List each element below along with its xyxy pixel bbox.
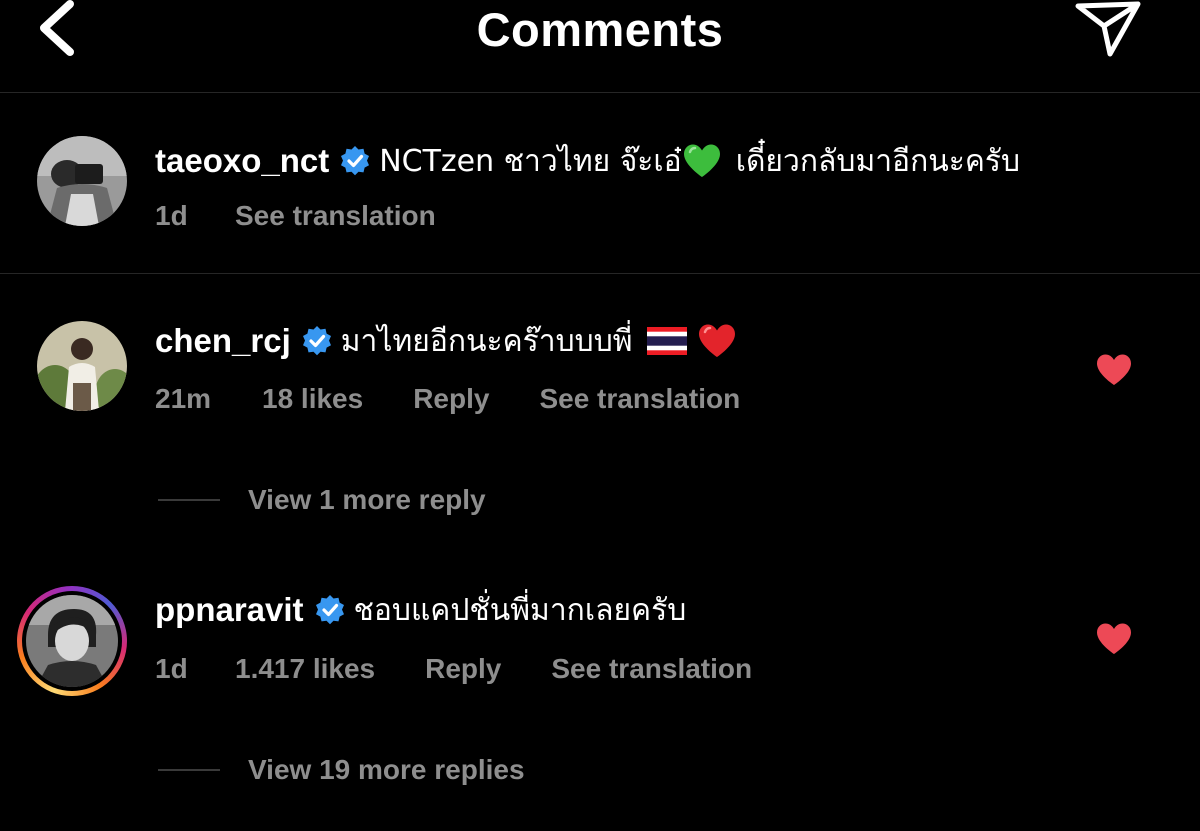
comment-text: มาไทยอีกนะคร๊าบบบพี่ xyxy=(340,323,633,359)
red-heart-icon xyxy=(698,324,735,357)
avatar-image xyxy=(26,595,118,687)
comment-text: ชอบแคปชั่นพี่มากเลยครับ xyxy=(353,592,687,628)
avatar xyxy=(26,595,118,687)
caption-meta: 1d See translation xyxy=(155,198,436,234)
view-replies-label: View 19 more replies xyxy=(248,754,525,785)
see-translation-button[interactable]: See translation xyxy=(551,653,752,685)
header-bar: Comments xyxy=(0,0,1200,93)
username[interactable]: taeoxo_nct xyxy=(155,142,329,180)
thailand-flag-icon xyxy=(646,327,687,355)
avatar-image xyxy=(37,136,127,226)
caption-text: NCTzen ชาวไทย จ๊ะเอ๋ xyxy=(379,143,682,179)
reply-button[interactable]: Reply xyxy=(413,383,489,415)
likes-count[interactable]: 1.417 likes xyxy=(235,653,375,685)
timestamp: 1d xyxy=(155,200,188,231)
see-translation-button[interactable]: See translation xyxy=(235,200,436,232)
share-button[interactable] xyxy=(1072,0,1144,60)
heart-filled-icon xyxy=(1097,623,1131,654)
avatar-image xyxy=(37,321,127,411)
likes-count[interactable]: 18 likes xyxy=(262,383,363,415)
comment-meta: 21m 18 likes Reply See translation xyxy=(155,381,740,417)
page-title: Comments xyxy=(476,3,724,56)
verified-badge-icon xyxy=(302,326,331,356)
verified-badge-icon xyxy=(315,595,344,625)
story-ring[interactable] xyxy=(17,586,127,696)
caption-text-continued: เดี๋ยวกลับมาอีกนะครับ xyxy=(735,143,1021,179)
verified-badge-icon xyxy=(341,146,370,176)
like-button[interactable] xyxy=(1094,352,1134,388)
heart-filled-icon xyxy=(1097,354,1131,385)
view-replies-label: View 1 more reply xyxy=(248,484,486,515)
reply-button[interactable]: Reply xyxy=(425,653,501,685)
username[interactable]: ppnaravit xyxy=(155,591,304,629)
comment-item: chen_rcj มาไทยอีกนะคร๊าบบบพี่ 21m 18 lik… xyxy=(0,290,1200,530)
avatar[interactable] xyxy=(37,136,127,226)
post-caption: taeoxo_nct NCTzen ชาวไทย จ๊ะเอ๋ เดี๋ยวกล… xyxy=(0,93,1200,274)
view-replies-button[interactable]: View 1 more reply xyxy=(158,482,486,518)
paper-plane-icon xyxy=(1075,1,1141,57)
comment-meta: 1d 1.417 likes Reply See translation xyxy=(155,651,752,687)
avatar[interactable] xyxy=(37,321,127,411)
replies-divider xyxy=(158,769,220,771)
timestamp: 21m xyxy=(155,383,212,414)
username[interactable]: chen_rcj xyxy=(155,322,291,360)
see-translation-button[interactable]: See translation xyxy=(539,383,740,415)
replies-divider xyxy=(158,499,220,501)
view-replies-button[interactable]: View 19 more replies xyxy=(158,752,525,788)
comment-item: ppnaravit ชอบแคปชั่นพี่มากเลยครับ 1d 1.4… xyxy=(0,560,1200,800)
like-button[interactable] xyxy=(1094,621,1134,657)
timestamp: 1d xyxy=(155,653,188,684)
green-heart-icon xyxy=(683,144,720,177)
